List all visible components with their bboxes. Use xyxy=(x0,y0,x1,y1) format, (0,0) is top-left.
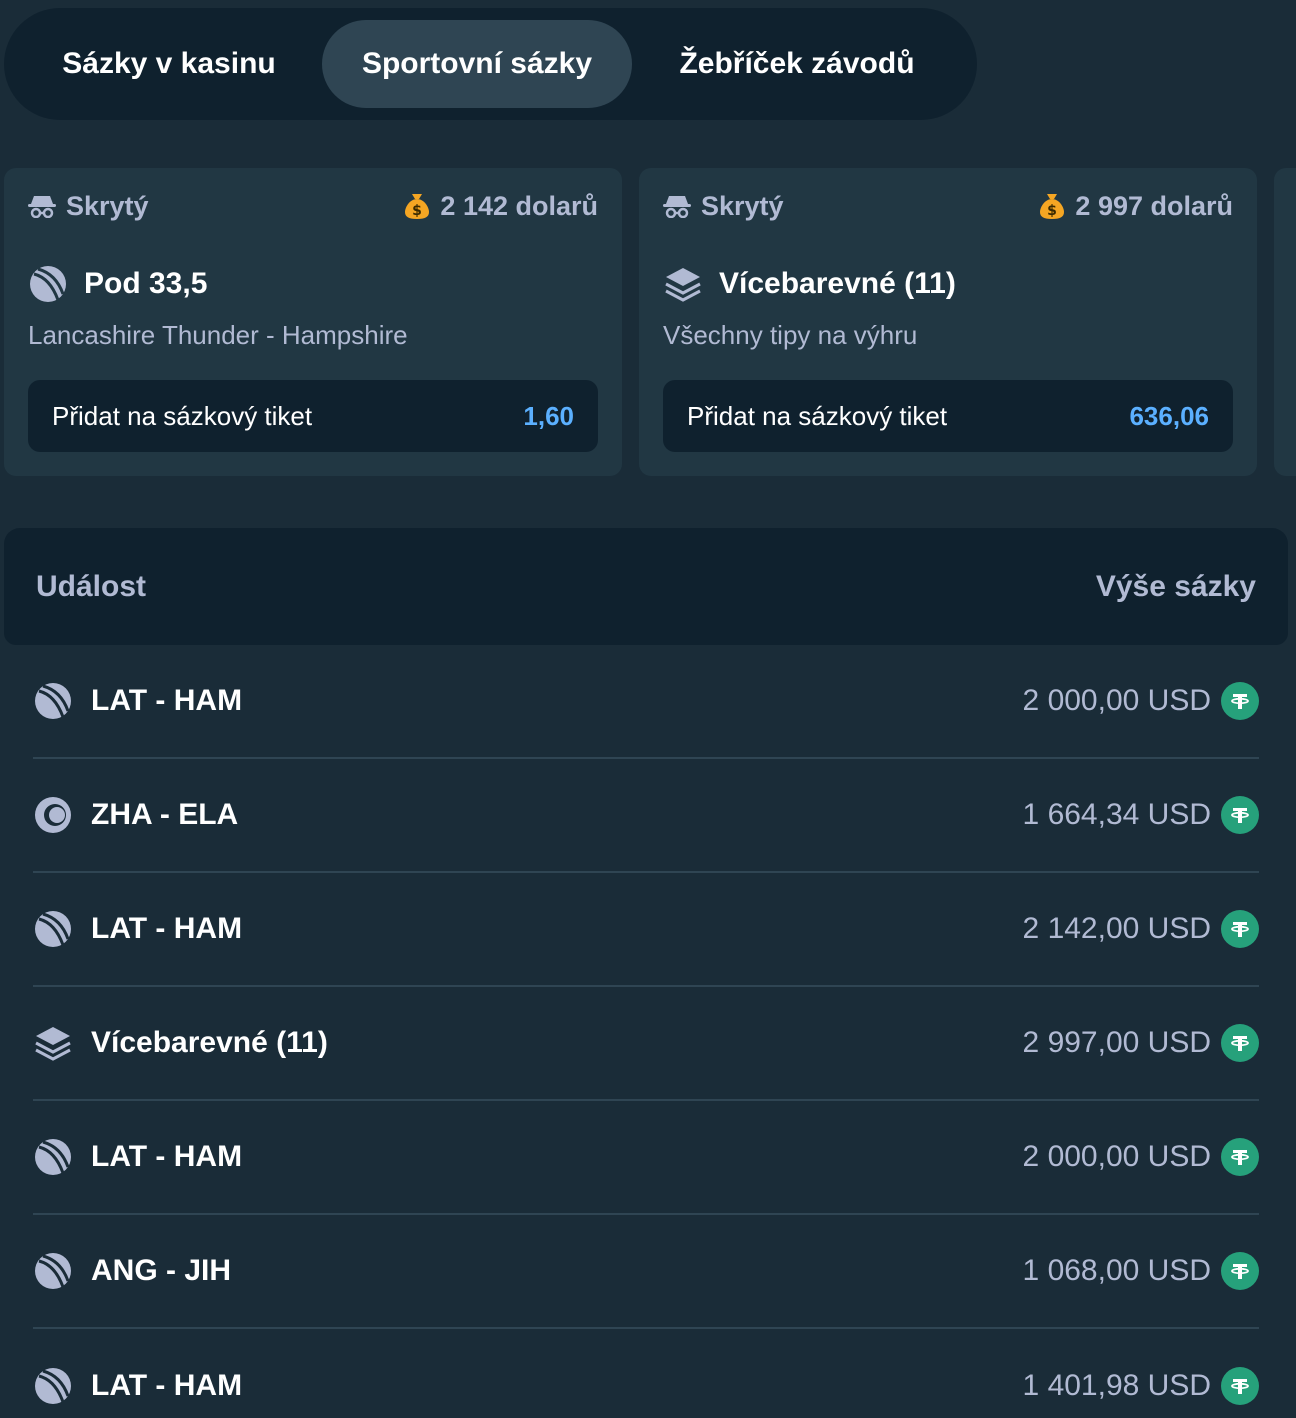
event-name: LAT - HAM xyxy=(91,1140,243,1173)
event-cell: LAT - HAM xyxy=(33,909,242,949)
odds-value: 1,60 xyxy=(523,400,574,431)
add-to-betslip-label: Přidat na sázkový tiket xyxy=(687,400,948,431)
layers-icon xyxy=(33,1023,73,1063)
bet-card: Skrytý $ 2 142 dolarů Pod 33,5 Lancashir… xyxy=(4,168,622,476)
event-name: ZHA - ELA xyxy=(91,798,239,831)
cricket-ball-icon xyxy=(33,909,73,949)
add-to-betslip-label: Přidat na sázkový tiket xyxy=(52,400,313,431)
tennis-ball-icon xyxy=(33,795,73,835)
odds-value: 636,06 xyxy=(1129,400,1209,431)
bet-event-name: Všechny tipy na výhru xyxy=(663,320,918,350)
user-name: Skrytý xyxy=(701,190,784,221)
tab-casino-bets[interactable]: Sázky v kasinu xyxy=(16,20,322,108)
svg-text:$: $ xyxy=(413,203,423,219)
bet-event-name: Lancashire Thunder - Hampshire xyxy=(28,320,408,350)
tab-race-leaderboard[interactable]: Žebříček závodů xyxy=(632,20,962,108)
bet-card-title: Pod 33,5 xyxy=(28,264,207,304)
event-name: LAT - HAM xyxy=(91,1369,243,1402)
bet-card-peek[interactable] xyxy=(1274,168,1296,476)
table-row[interactable]: LAT - HAM 1 401,98 USD xyxy=(33,1329,1259,1418)
cricket-ball-icon xyxy=(28,264,68,304)
highlight-bets-carousel: Skrytý $ 2 142 dolarů Pod 33,5 Lancashir… xyxy=(4,168,1296,476)
bet-card-title: Vícebarevné (11) xyxy=(663,264,956,304)
bet-amount: $ 2 142 dolarů xyxy=(404,191,598,222)
bet-amount-value: 1 401,98 USD xyxy=(1022,1369,1211,1402)
event-cell: LAT - HAM xyxy=(33,1366,242,1406)
table-row[interactable]: LAT - HAM 2 000,00 USD xyxy=(33,645,1259,759)
event-cell: Vícebarevné (11) xyxy=(33,1023,328,1063)
amount-cell: 2 142,00 USD xyxy=(1023,910,1259,948)
user-name: Skrytý xyxy=(66,190,149,221)
money-bag-icon: $ xyxy=(1039,192,1065,220)
hidden-user: Skrytý xyxy=(28,191,149,222)
add-to-betslip-button[interactable]: Přidat na sázkový tiket 636,06 xyxy=(663,380,1233,452)
event-name: LAT - HAM xyxy=(91,684,243,717)
incognito-icon xyxy=(663,194,691,218)
money-bag-icon: $ xyxy=(404,192,430,220)
usdt-icon xyxy=(1221,1024,1259,1062)
table-row[interactable]: LAT - HAM 2 000,00 USD xyxy=(33,1101,1259,1215)
bet-amount-value: 2 000,00 USD xyxy=(1022,1140,1211,1173)
amount-cell: 2 997,00 USD xyxy=(1023,1024,1259,1062)
amount-value: 2 142 dolarů xyxy=(440,190,598,221)
bet-selection: Pod 33,5 xyxy=(84,267,208,300)
bet-amount-value: 1 664,34 USD xyxy=(1022,798,1211,831)
add-to-betslip-button[interactable]: Přidat na sázkový tiket 1,60 xyxy=(28,380,598,452)
bets-table-header: Událost Výše sázky xyxy=(4,528,1288,645)
bet-amount: $ 2 997 dolarů xyxy=(1039,191,1233,222)
usdt-icon xyxy=(1221,910,1259,948)
column-header-amount: Výše sázky xyxy=(1095,569,1256,603)
bets-table-body: LAT - HAM 2 000,00 USD ZHA - ELA 1 664,3… xyxy=(33,645,1259,1418)
svg-text:$: $ xyxy=(1048,203,1058,219)
usdt-icon xyxy=(1221,796,1259,834)
bets-page: Sázky v kasinu Sportovní sázky Žebříček … xyxy=(0,0,1296,1418)
bet-card: Skrytý $ 2 997 dolarů Vícebarevné (11) V… xyxy=(639,168,1257,476)
cricket-ball-icon xyxy=(33,1137,73,1177)
bet-amount-value: 2 000,00 USD xyxy=(1022,684,1211,717)
tab-sports-bets[interactable]: Sportovní sázky xyxy=(322,20,632,108)
bet-card-header: Skrytý $ 2 997 dolarů xyxy=(663,188,1233,224)
event-cell: ANG - JIH xyxy=(33,1251,231,1291)
event-cell: LAT - HAM xyxy=(33,681,242,721)
amount-cell: 2 000,00 USD xyxy=(1023,682,1259,720)
table-row[interactable]: LAT - HAM 2 142,00 USD xyxy=(33,873,1259,987)
cricket-ball-icon xyxy=(33,681,73,721)
usdt-icon xyxy=(1221,682,1259,720)
amount-cell: 1 068,00 USD xyxy=(1023,1252,1259,1290)
event-cell: ZHA - ELA xyxy=(33,795,238,835)
bet-card-header: Skrytý $ 2 142 dolarů xyxy=(28,188,598,224)
bet-amount-value: 1 068,00 USD xyxy=(1022,1254,1211,1287)
bet-selection: Vícebarevné (11) xyxy=(719,267,956,300)
event-name: ANG - JIH xyxy=(91,1254,232,1287)
cricket-ball-icon xyxy=(33,1366,73,1406)
event-name: LAT - HAM xyxy=(91,912,243,945)
amount-cell: 2 000,00 USD xyxy=(1023,1138,1259,1176)
table-row[interactable]: Vícebarevné (11) 2 997,00 USD xyxy=(33,987,1259,1101)
usdt-icon xyxy=(1221,1138,1259,1176)
bet-type-tabs: Sázky v kasinu Sportovní sázky Žebříček … xyxy=(4,8,977,120)
amount-value: 2 997 dolarů xyxy=(1075,190,1233,221)
usdt-icon xyxy=(1221,1252,1259,1290)
amount-cell: 1 664,34 USD xyxy=(1023,796,1259,834)
column-header-event: Událost xyxy=(36,569,147,603)
hidden-user: Skrytý xyxy=(663,191,784,222)
event-cell: LAT - HAM xyxy=(33,1137,242,1177)
bet-amount-value: 2 142,00 USD xyxy=(1022,912,1211,945)
table-row[interactable]: ANG - JIH 1 068,00 USD xyxy=(33,1215,1259,1329)
layers-icon xyxy=(663,264,703,304)
usdt-icon xyxy=(1221,1367,1259,1405)
incognito-icon xyxy=(28,194,56,218)
amount-cell: 1 401,98 USD xyxy=(1023,1367,1259,1405)
event-name: Vícebarevné (11) xyxy=(91,1026,328,1059)
table-row[interactable]: ZHA - ELA 1 664,34 USD xyxy=(33,759,1259,873)
cricket-ball-icon xyxy=(33,1251,73,1291)
bet-amount-value: 2 997,00 USD xyxy=(1022,1026,1211,1059)
